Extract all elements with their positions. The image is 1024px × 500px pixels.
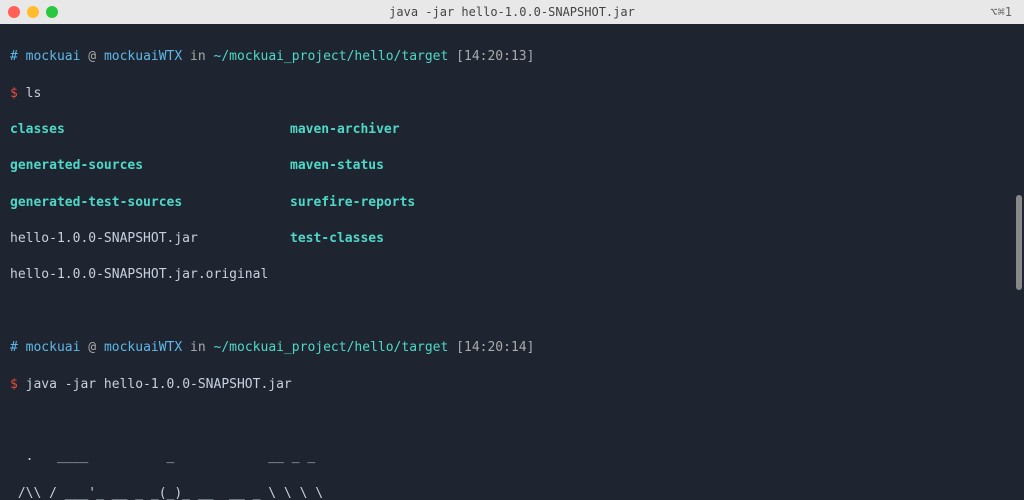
prompt-dollar: $: [10, 86, 18, 101]
dir-entry: classes: [10, 122, 65, 137]
prompt-line-1: # mockuai @ mockuaiWTX in ~/mockuai_proj…: [10, 48, 1014, 66]
spring-banner-line: . ____ _ __ _ _: [10, 448, 1014, 466]
ls-output: classes maven-archiver: [10, 121, 1014, 139]
command-line-2: $ java -jar hello-1.0.0-SNAPSHOT.jar: [10, 376, 1014, 394]
prompt-time: [14:20:14]: [456, 340, 534, 355]
prompt-user: mockuai: [26, 340, 81, 355]
command-text: java -jar hello-1.0.0-SNAPSHOT.jar: [26, 377, 292, 392]
dir-entry: generated-test-sources: [10, 195, 182, 210]
prompt-user: mockuai: [26, 49, 81, 64]
scrollbar-thumb[interactable]: [1016, 195, 1022, 290]
dir-entry: generated-sources: [10, 158, 143, 173]
dir-entry: maven-status: [290, 158, 384, 173]
blank-line: [10, 412, 1014, 430]
ls-output: generated-test-sources surefire-reports: [10, 194, 1014, 212]
prompt-at: @: [88, 49, 96, 64]
ls-output: generated-sources maven-status: [10, 157, 1014, 175]
file-entry: hello-1.0.0-SNAPSHOT.jar: [10, 231, 198, 246]
ls-output: hello-1.0.0-SNAPSHOT.jar test-classes: [10, 230, 1014, 248]
prompt-time: [14:20:13]: [456, 49, 534, 64]
traffic-lights: [8, 6, 58, 18]
ls-output: hello-1.0.0-SNAPSHOT.jar.original: [10, 266, 1014, 284]
window-title: java -jar hello-1.0.0-SNAPSHOT.jar: [389, 5, 635, 19]
prompt-hash: #: [10, 340, 18, 355]
prompt-dollar: $: [10, 377, 18, 392]
prompt-path: ~/mockuai_project/hello/target: [214, 49, 449, 64]
window-shortcut: ⌥⌘1: [990, 5, 1012, 19]
prompt-host: mockuaiWTX: [104, 340, 182, 355]
spring-banner-line: /\\ / ___'_ __ _ _(_)_ __ __ _ \ \ \ \: [10, 485, 1014, 500]
prompt-host: mockuaiWTX: [104, 49, 182, 64]
file-entry: hello-1.0.0-SNAPSHOT.jar.original: [10, 267, 268, 282]
maximize-button[interactable]: [46, 6, 58, 18]
dir-entry: maven-archiver: [290, 122, 400, 137]
dir-entry: test-classes: [290, 231, 384, 246]
minimize-button[interactable]: [27, 6, 39, 18]
dir-entry: surefire-reports: [290, 195, 415, 210]
titlebar: java -jar hello-1.0.0-SNAPSHOT.jar ⌥⌘1: [0, 0, 1024, 24]
close-button[interactable]: [8, 6, 20, 18]
command-line-1: $ ls: [10, 85, 1014, 103]
prompt-in: in: [190, 49, 206, 64]
terminal-content[interactable]: # mockuai @ mockuaiWTX in ~/mockuai_proj…: [0, 24, 1024, 500]
blank-line: [10, 303, 1014, 321]
prompt-line-2: # mockuai @ mockuaiWTX in ~/mockuai_proj…: [10, 339, 1014, 357]
command-text: ls: [26, 86, 42, 101]
prompt-path: ~/mockuai_project/hello/target: [214, 340, 449, 355]
prompt-at: @: [88, 340, 96, 355]
prompt-hash: #: [10, 49, 18, 64]
prompt-in: in: [190, 340, 206, 355]
